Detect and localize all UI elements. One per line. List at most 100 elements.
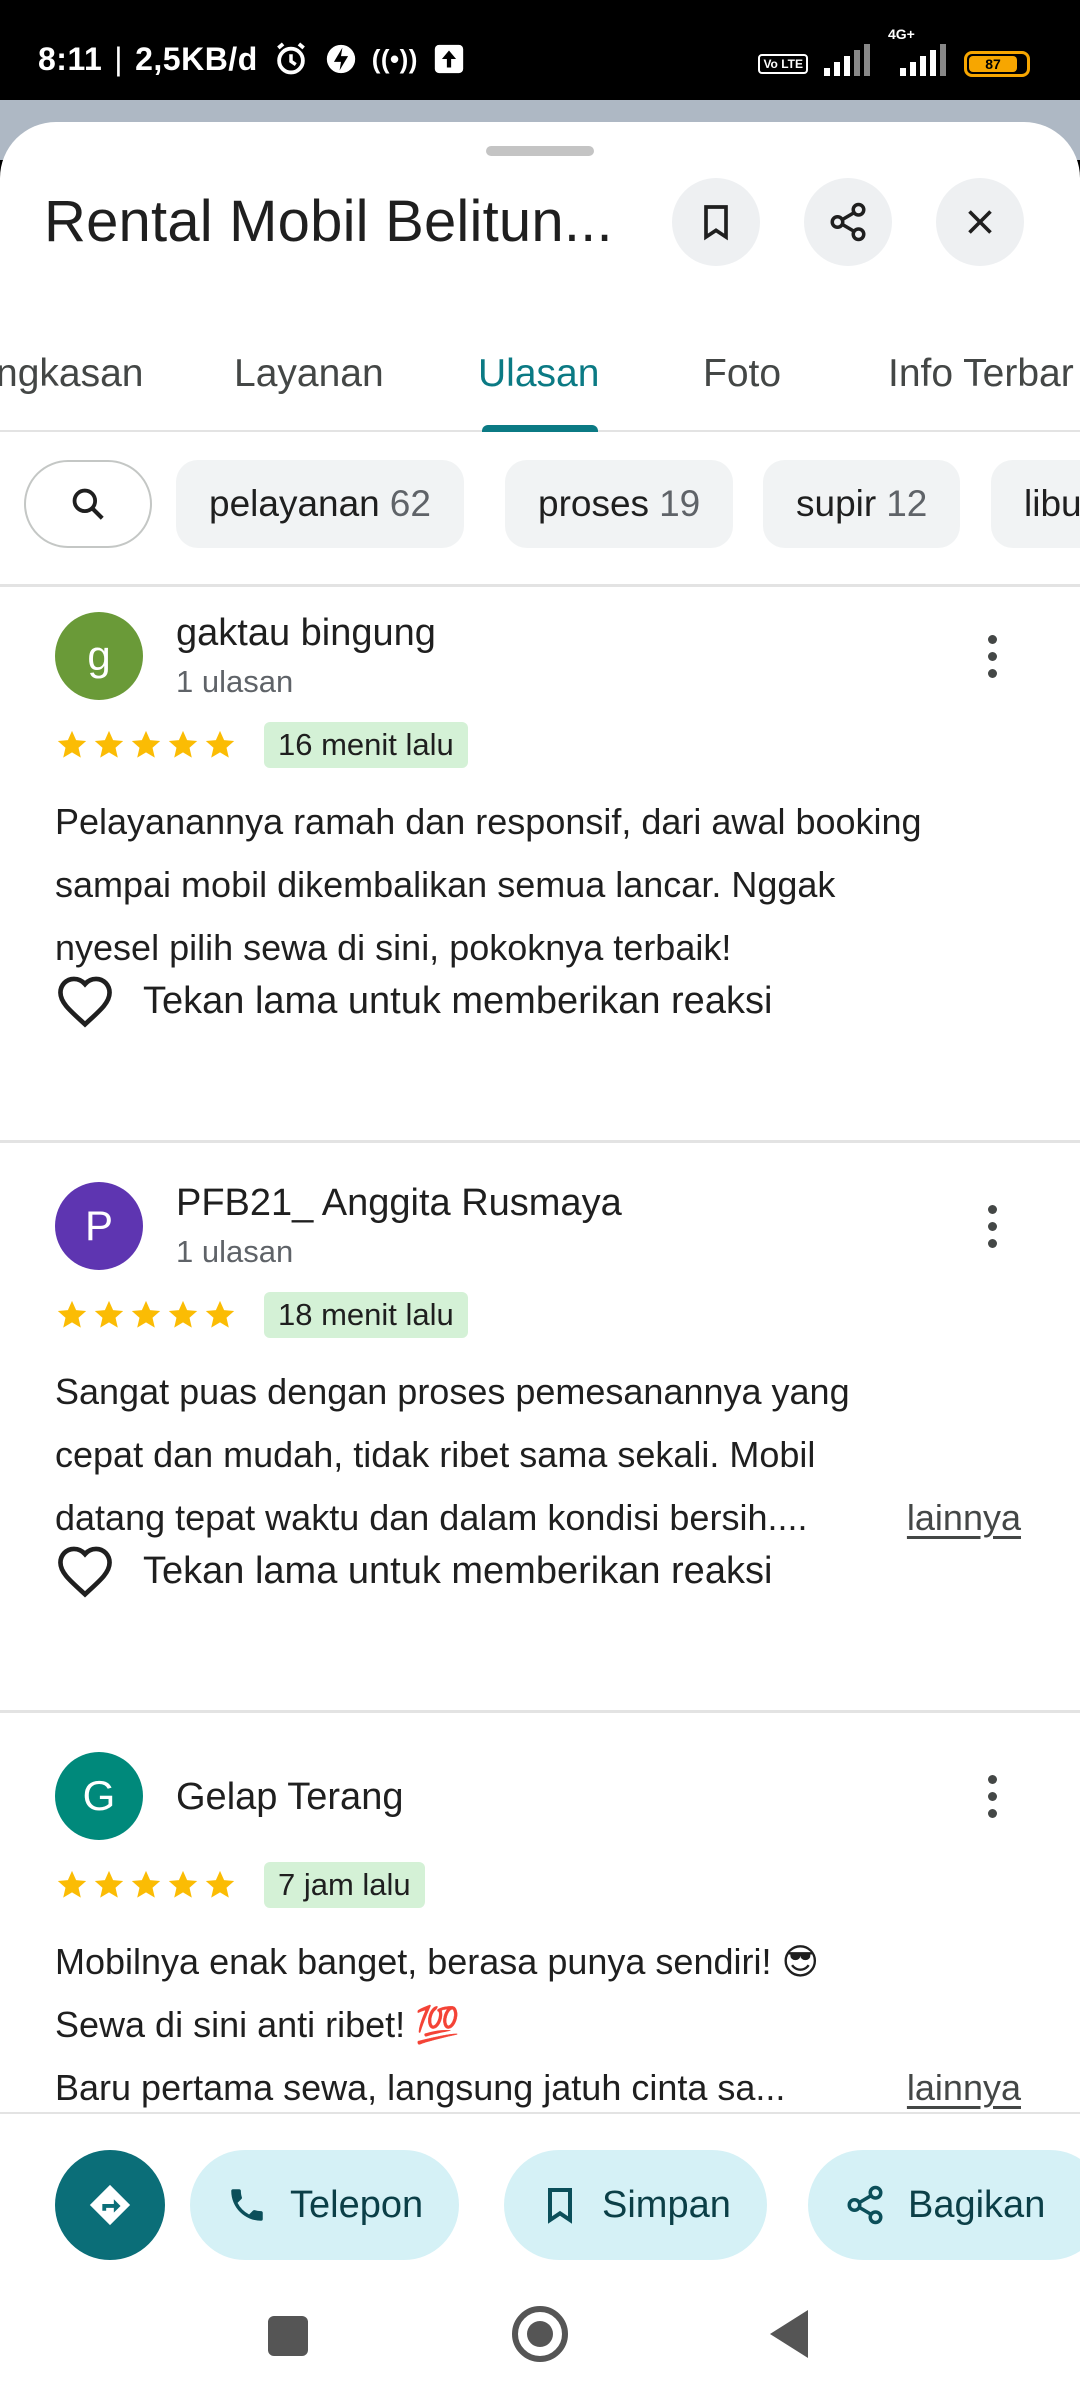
star-icon (57, 1300, 87, 1328)
star-icon (131, 1870, 161, 1898)
chip-label: proses (538, 483, 650, 524)
chip-label: pelayanan (209, 483, 380, 524)
review-line: sampai mobil dikembalikan semua lancar. … (55, 864, 836, 905)
more-options-icon[interactable] (972, 1196, 1012, 1256)
star-icon (205, 1870, 235, 1898)
recents-button[interactable] (268, 2316, 308, 2356)
star-icon (168, 1870, 198, 1898)
reviewer-review-count: 1 ulasan (176, 664, 294, 699)
tab-active-indicator (482, 425, 598, 432)
avatar[interactable]: G (55, 1752, 143, 1840)
tab-foto[interactable]: Foto (703, 352, 781, 396)
status-time: 8:11 (38, 40, 103, 77)
chip-proses[interactable]: proses 19 (505, 460, 734, 548)
tab-layanan[interactable]: Layanan (234, 352, 384, 396)
tab-bar: ngkasan Layanan Ulasan Foto Info Terbar (0, 322, 1080, 432)
tab-info-terbaru[interactable]: Info Terbar (888, 352, 1074, 396)
more-options-icon[interactable] (972, 626, 1012, 686)
review-line: Pelayanannya ramah dan responsif, dari a… (55, 801, 922, 842)
battery-level: 87 (969, 55, 1017, 72)
star-icon (168, 730, 198, 758)
review-line: Sangat puas dengan proses pemesanannya y… (55, 1371, 850, 1412)
bookmark-icon (704, 205, 728, 241)
reaction-button[interactable]: Tekan lama untuk memberikan reaksi (55, 1544, 772, 1598)
star-rating (55, 1298, 237, 1332)
review-line: Sewa di sini anti ribet! 💯 (55, 2004, 460, 2045)
chip-count: 12 (886, 483, 928, 524)
alarm-icon (272, 40, 310, 78)
review-time-badge: 7 jam lalu (264, 1862, 425, 1908)
read-more-link[interactable]: lainnya (907, 1486, 1021, 1549)
close-button[interactable] (936, 178, 1024, 266)
chip-count: 62 (389, 483, 431, 524)
share-button[interactable]: Bagikan (808, 2150, 1080, 2260)
share-header-button[interactable] (804, 178, 892, 266)
review-text[interactable]: Sangat puas dengan proses pemesanannya y… (55, 1360, 1045, 1549)
star-icon (131, 730, 161, 758)
reviewer-name[interactable]: PFB21_ Anggita Rusmaya (176, 1182, 622, 1225)
reaction-label: Tekan lama untuk memberikan reaksi (143, 1549, 773, 1592)
chip-libur[interactable]: libu (991, 460, 1080, 548)
reaction-label: Tekan lama untuk memberikan reaksi (143, 979, 773, 1022)
volte-icon: Vo LTE (758, 53, 808, 74)
home-button[interactable] (512, 2306, 568, 2362)
avatar[interactable]: P (55, 1182, 143, 1270)
review-text[interactable]: Pelayanannya ramah dan responsif, dari a… (55, 790, 1045, 979)
more-options-icon[interactable] (972, 1766, 1012, 1826)
chip-supir[interactable]: supir 12 (763, 460, 961, 548)
star-icon (94, 1300, 124, 1328)
reviewer-review-count: 1 ulasan (176, 1234, 294, 1269)
search-reviews-button[interactable] (24, 460, 152, 548)
signal-icon (822, 44, 874, 83)
place-sheet: Rental Mobil Belitun... ngkasan Layanan … (0, 122, 1080, 2400)
upload-icon (432, 42, 466, 76)
status-right: Vo LTE 4G+ 87 (758, 26, 1030, 83)
reviewer-name[interactable]: gaktau bingung (176, 612, 436, 655)
star-icon (205, 1300, 235, 1328)
review-line: datang tepat waktu dan dalam kondisi ber… (55, 1497, 808, 1538)
phone-icon (231, 2189, 263, 2221)
star-icon (205, 730, 235, 758)
action-bar: Telepon Simpan Bagikan (0, 2112, 1080, 2262)
close-icon (968, 210, 992, 234)
bolt-icon (324, 42, 358, 76)
share-label: Bagikan (908, 2183, 1046, 2226)
star-rating (55, 1868, 237, 1902)
star-icon (57, 730, 87, 758)
avatar[interactable]: g (55, 612, 143, 700)
star-icon (168, 1300, 198, 1328)
star-icon (94, 730, 124, 758)
review-filter-chips: pelayanan 62 proses 19 supir 12 libu (0, 460, 1080, 590)
review-text[interactable]: Mobilnya enak banget, berasa punya sendi… (55, 1930, 1045, 2119)
directions-button[interactable] (55, 2150, 165, 2260)
tab-ulasan[interactable]: Ulasan (478, 352, 599, 396)
call-button[interactable]: Telepon (190, 2150, 460, 2260)
heart-icon (58, 1546, 112, 1598)
review-line: Mobilnya enak banget, berasa punya sendi… (55, 1941, 819, 1982)
hotspot-icon: ((•)) (371, 43, 418, 74)
read-more-link[interactable]: lainnya (907, 2056, 1021, 2119)
review-line: nyesel pilih sewa di sini, pokoknya terb… (55, 927, 732, 968)
save-bookmark-button[interactable] (672, 178, 760, 266)
save-button[interactable]: Simpan (504, 2150, 767, 2260)
tab-ringkasan[interactable]: ngkasan (0, 352, 143, 396)
status-speed: 2,5KB/d (135, 40, 258, 77)
back-button[interactable] (770, 2310, 808, 2358)
star-icon (94, 1870, 124, 1898)
review-line-last: datang tepat waktu dan dalam kondisi ber… (55, 1486, 1045, 1549)
share-icon (830, 202, 866, 242)
directions-icon (89, 2184, 131, 2226)
bookmark-icon (548, 2188, 572, 2224)
battery-icon: 87 (964, 50, 1030, 77)
review-separator (0, 1140, 1080, 1143)
place-title: Rental Mobil Belitun... (44, 189, 613, 254)
chip-label: supir (796, 483, 877, 524)
reviewer-name[interactable]: Gelap Terang (176, 1776, 403, 1819)
signal-4g-icon: 4G+ (888, 26, 950, 83)
review-time-badge: 18 menit lalu (264, 1292, 468, 1338)
reaction-button[interactable]: Tekan lama untuk memberikan reaksi (55, 974, 772, 1028)
chip-pelayanan[interactable]: pelayanan 62 (176, 460, 464, 548)
divider (0, 584, 1080, 587)
search-icon (72, 488, 104, 520)
drag-handle[interactable] (486, 146, 594, 156)
